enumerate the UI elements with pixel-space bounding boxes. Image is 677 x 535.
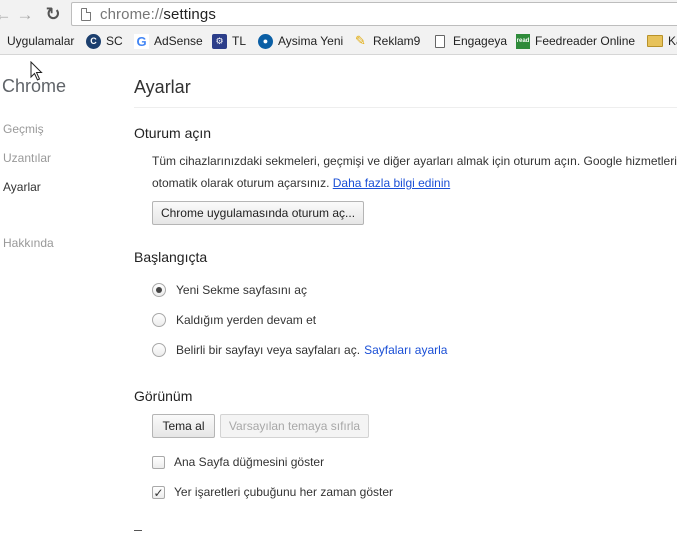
feedreader-icon: read <box>516 33 530 49</box>
signin-text-line2: otomatik olarak oturum açarsınız. Daha f… <box>152 176 450 190</box>
bookmark-label: Uygulamalar <box>7 34 75 48</box>
radio-label: Belirli bir sayfayı veya sayfaları aç. <box>176 343 361 357</box>
show-home-button-option[interactable]: Ana Sayfa düğmesini göster <box>152 454 324 470</box>
folder-icon <box>647 35 663 47</box>
radio-button[interactable] <box>152 313 166 327</box>
browser-toolbar: ← → ↻ chrome://settings <box>0 0 677 28</box>
reklam9-icon: ✎ <box>355 33 366 48</box>
checkbox-label: Ana Sayfa düğmesini göster <box>174 455 325 469</box>
google-icon: G <box>134 33 149 49</box>
learn-more-link[interactable]: Daha fazla bilgi edinin <box>333 176 450 190</box>
sc-icon: C <box>86 33 101 49</box>
radio-label: Yeni Sekme sayfasını aç <box>176 283 307 297</box>
startup-option-new-tab[interactable]: Yeni Sekme sayfasını aç <box>152 282 307 298</box>
aysima-icon: ● <box>258 33 273 49</box>
bookmark-aysima[interactable]: ● Aysima Yeni <box>258 32 343 50</box>
url-text[interactable]: chrome://settings <box>100 6 216 23</box>
appearance-heading: Görünüm <box>134 388 193 404</box>
checkbox-label: Yer işaretleri çubuğunu her zaman göster <box>174 485 394 499</box>
reload-icon[interactable]: ↻ <box>42 3 64 25</box>
checkbox[interactable]: ✓ <box>152 485 165 499</box>
bookmark-sc[interactable]: C SC <box>86 32 123 50</box>
bookmark-engageya[interactable]: Engageya <box>433 32 507 50</box>
sidebar-item-settings[interactable]: Ayarlar <box>3 180 41 194</box>
signin-button[interactable]: Chrome uygulamasında oturum aç... <box>152 201 364 225</box>
sidebar-item-history[interactable]: Geçmiş <box>3 122 44 136</box>
sidebar-item-about[interactable]: Hakkında <box>3 236 54 250</box>
radio-button[interactable] <box>152 283 166 297</box>
startup-option-specific-pages[interactable]: Belirli bir sayfayı veya sayfaları aç. S… <box>152 342 447 358</box>
signin-heading: Oturum açın <box>134 125 212 141</box>
url-scheme: chrome:// <box>100 5 164 23</box>
page-icon <box>435 34 445 48</box>
bookmark-tl[interactable]: ⚙ TL <box>212 32 246 50</box>
page-title: Ayarlar <box>134 77 191 97</box>
bookmark-adsense[interactable]: G AdSense <box>134 32 203 50</box>
bookmark-label: AdSense <box>154 34 203 48</box>
bookmark-label: Aysima Yeni <box>278 34 344 48</box>
bookmark-reklam9[interactable]: ✎ Reklam9 <box>353 32 420 50</box>
bookmark-label: Feedreader Online <box>535 34 636 48</box>
reset-theme-button: Varsayılan temaya sıfırla <box>220 414 369 438</box>
url-path: settings <box>163 5 216 23</box>
back-arrow-icon[interactable]: ← <box>0 3 14 25</box>
radio-button[interactable] <box>152 343 166 357</box>
bookmark-label: TL <box>232 34 247 48</box>
bookmark-label: Reklam9 <box>373 34 421 48</box>
bookmark-feedreader[interactable]: read Feedreader Online <box>516 32 635 50</box>
bookmarks-bar: Uygulamalar C SC G AdSense ⚙ TL ● Aysima… <box>0 28 677 55</box>
tl-icon: ⚙ <box>212 33 227 49</box>
show-bookmarks-bar-option[interactable]: ✓ Yer işaretleri çubuğunu her zaman göst… <box>152 484 393 500</box>
page-icon <box>81 7 91 21</box>
sidebar-item-extensions[interactable]: Uzantılar <box>3 151 51 165</box>
bookmark-label: Ka <box>668 34 677 48</box>
radio-label: Kaldığım yerden devam et <box>176 313 317 327</box>
address-bar[interactable]: chrome://settings <box>71 2 677 26</box>
set-pages-link[interactable]: Sayfaları ayarla <box>364 343 447 357</box>
bookmark-apps[interactable]: Uygulamalar <box>7 32 74 50</box>
divider <box>134 107 677 108</box>
bookmark-label: Engageya <box>453 34 508 48</box>
get-theme-button[interactable]: Tema al <box>152 414 215 438</box>
checkbox[interactable] <box>152 455 165 469</box>
signin-text: otomatik olarak oturum açarsınız. <box>152 176 330 190</box>
bookmark-label: SC <box>106 34 123 48</box>
forward-arrow-icon[interactable]: → <box>14 3 36 25</box>
bookmark-folder[interactable]: Ka <box>647 32 677 50</box>
next-section-heading-fragment <box>134 530 142 535</box>
signin-text-line1: Tüm cihazlarınızdaki sekmeleri, geçmişi … <box>152 154 677 168</box>
mouse-cursor-icon <box>30 61 43 81</box>
startup-heading: Başlangıçta <box>134 249 208 265</box>
startup-option-continue[interactable]: Kaldığım yerden devam et <box>152 312 316 328</box>
